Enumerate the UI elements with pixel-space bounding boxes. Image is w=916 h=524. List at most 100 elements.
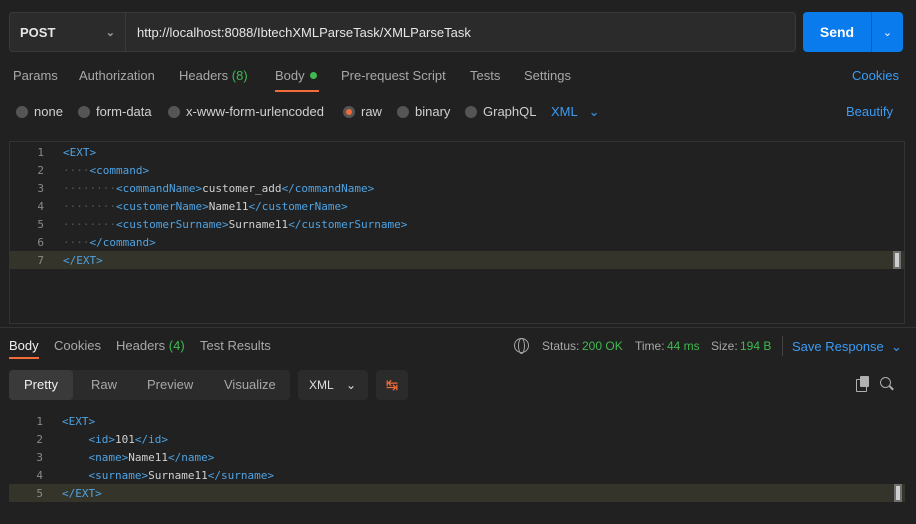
line-number: 3 [36,450,43,464]
view-preview[interactable]: Preview [147,370,193,400]
view-visualize[interactable]: Visualize [224,370,276,400]
response-headers-count-badge: (4) [168,338,185,353]
method-select[interactable]: POST ⌄ [10,13,126,51]
wrap-lines-icon: ↹ [385,377,399,394]
view-raw[interactable]: Raw [91,370,117,400]
code-line: 4 <surname>Surname11</surname> [9,466,905,484]
response-body-viewer[interactable]: 1 <EXT> 2 <id>101</id> 3 <name>Name11</name… [9,412,905,520]
view-pretty[interactable]: Pretty [9,370,73,400]
chevron-down-icon: ⌄ [105,26,115,39]
code-line: 2 ····<command> [10,161,904,179]
code-text: ········<commandName>customer_add</comma… [63,182,374,195]
headers-count-badge: (8) [231,68,248,83]
xml-tag: <commandName> [115,181,203,195]
status-label: Status: [542,339,580,353]
beautify-button[interactable]: Beautify [846,104,893,119]
search-icon[interactable] [880,377,894,391]
scrollbar-marker[interactable] [894,484,902,502]
line-number: 6 [37,235,44,249]
tab-settings[interactable]: Settings [524,68,571,83]
tab-body[interactable]: Body [275,68,317,83]
url-input[interactable]: http://localhost:8088/IbtechXMLParseTask… [126,25,471,40]
tab-headers[interactable]: Headers (8) [179,68,248,83]
active-tab-indicator [275,90,319,92]
chevron-down-icon: ⌄ [891,339,902,354]
send-button[interactable]: Send ⌄ [803,12,903,52]
code-line: 7 </EXT> [10,251,904,269]
chevron-down-icon: ⌄ [345,378,356,392]
request-body-editor[interactable]: 1 <EXT> 2 ····<command> 3 ········<commandNam… [9,141,905,324]
xml-tag: <customerSurname> [115,217,229,231]
tab-test-results[interactable]: Test Results [200,338,271,353]
tab-body-label: Body [275,68,305,83]
body-language-select[interactable]: XML ⌄ [551,104,599,120]
line-number: 1 [36,414,43,428]
xml-value: 101 [115,432,135,446]
radio-raw-label: raw [361,104,382,119]
tab-response-cookies[interactable]: Cookies [54,338,101,353]
radio-raw[interactable]: raw [343,104,382,119]
xml-tag: <EXT> [63,145,97,159]
tab-authorization[interactable]: Authorization [79,68,155,83]
line-number: 2 [36,432,43,446]
indent-guide: ···· [63,163,90,177]
request-tabs: Params Authorization Headers (8) Body Pr… [13,68,916,92]
code-text: <surname>Surname11</surname> [62,469,274,482]
xml-value: Name11 [128,450,168,464]
code-line: 3 ········<commandName>customer_add</comm… [10,179,904,197]
xml-value: Surname11 [148,468,208,482]
radio-binary[interactable]: binary [397,104,450,119]
xml-tag: <EXT> [62,414,96,428]
radio-none[interactable]: none [16,104,63,119]
radio-form-data[interactable]: form-data [78,104,152,119]
xml-tag: <name> [88,450,129,464]
line-number: 5 [37,217,44,231]
xml-tag: </customerName> [248,199,348,213]
radio-graphql-label: GraphQL [483,104,537,119]
method-label: POST [20,24,56,40]
code-text: ····<command> [63,164,149,177]
time-value[interactable]: 44 ms [667,339,700,353]
status-value[interactable]: 200 OK [582,339,623,353]
radio-selected-icon [343,105,355,118]
xml-value: customer_add [202,181,282,195]
tab-params[interactable]: Params [13,68,58,83]
size-value[interactable]: 194 B [740,339,771,353]
chevron-down-icon: ⌄ [588,104,600,119]
radio-circle-icon [465,105,477,118]
active-tab-indicator [9,357,39,359]
save-response-label: Save Response [792,339,884,354]
radio-form-data-label: form-data [96,104,152,119]
line-number: 1 [37,145,44,159]
tab-response-headers[interactable]: Headers (4) [116,338,185,353]
tab-pre-request-script[interactable]: Pre-request Script [341,68,446,83]
xml-tag: </EXT> [62,486,102,500]
response-format-select[interactable]: XML ⌄ [298,370,368,400]
line-number: 4 [37,199,44,213]
body-language-label: XML [551,104,578,119]
send-options-chevron-down-icon[interactable]: ⌄ [871,12,903,52]
xml-tag: </customerSurname> [288,217,408,231]
response-view-toggle: Pretty Raw Preview Visualize [9,370,290,400]
radio-graphql[interactable]: GraphQL [465,104,536,119]
code-text: <name>Name11</name> [62,450,215,464]
xml-tag: <surname> [88,468,149,482]
tab-response-body[interactable]: Body [9,338,39,353]
radio-none-label: none [34,104,63,119]
cookies-link[interactable]: Cookies [852,68,899,83]
globe-icon[interactable] [514,338,529,354]
wrap-lines-button[interactable]: ↹ [376,370,408,400]
tab-tests[interactable]: Tests [470,68,500,83]
xml-tag: <id> [88,432,116,446]
copy-icon[interactable] [856,376,870,392]
code-line: 1 <EXT> [10,143,904,161]
section-divider [0,327,916,328]
xml-tag: </EXT> [63,253,103,267]
code-line: 6 ····</command> [10,233,904,251]
code-line: 2 <id>101</id> [9,430,905,448]
divider [782,336,783,356]
save-response-button[interactable]: Save Response ⌄ [792,339,902,355]
code-line: 4 ········<customerName>Name11</customerN… [10,197,904,215]
scrollbar-marker[interactable] [893,251,901,269]
radio-x-www-form-urlencoded[interactable]: x-www-form-urlencoded [168,104,324,119]
